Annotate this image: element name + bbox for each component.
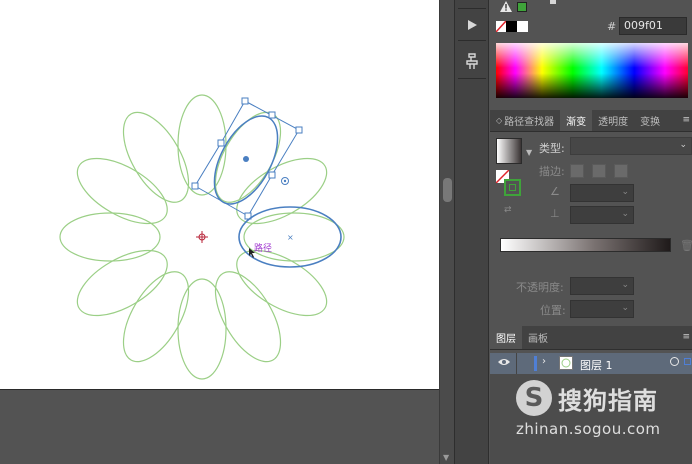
layers-tab-0[interactable]: 图层 [490,326,522,349]
location-label: 位置: [540,304,566,317]
selected-ellipse[interactable] [191,97,303,220]
slider-marker [550,0,556,4]
layer-row[interactable]: › 图层 1 [490,353,692,374]
opacity-input[interactable]: ⌄ [570,277,634,295]
tab-label: 变换 [640,117,661,128]
layer-lock-column[interactable] [516,353,517,374]
scroll-down-arrow-icon[interactable]: ▼ [443,453,449,462]
panel-tab-1[interactable]: 渐变 [560,110,593,131]
delete-stop-icon[interactable]: 🗑 [680,239,692,252]
gradient-preview-dropdown-icon[interactable]: ▼ [526,148,532,157]
gradient-type-label: 类型: [539,142,565,155]
canvas-vertical-scrollbar[interactable]: ▼ [439,0,454,464]
black-swatch[interactable] [506,21,517,32]
petal-ellipse[interactable] [202,261,294,372]
reverse-gradient-icon[interactable]: ⇄ [504,205,512,215]
petal-ellipse[interactable] [110,261,202,372]
aspect-ratio-input[interactable]: ⌄ [570,206,634,224]
play-icon[interactable] [460,14,484,36]
sogou-logo-icon: S [516,380,552,416]
petal-ellipse[interactable] [67,237,178,329]
stroke-label: 描边: [539,165,565,178]
hex-label: # [607,20,617,33]
petal-ellipse[interactable] [67,145,178,237]
hex-input[interactable]: 009f01 [619,17,687,35]
color-panel: # 009f01 [490,0,692,42]
artboard[interactable]: × 路径 [0,0,439,390]
watermark-url: zhinan.sogou.com [516,420,661,438]
angle-input[interactable]: ⌄ [570,184,634,202]
layer-thumbnail [559,356,573,370]
stroke-across-icon[interactable] [614,164,628,178]
fill-swatch[interactable] [517,2,527,12]
tab-label: 路径查找器 [504,117,555,128]
tool-column [454,0,489,464]
white-swatch[interactable] [517,21,528,32]
layer-selection-icon[interactable] [684,358,691,365]
chevron-right-icon[interactable]: › [542,356,546,367]
warning-icon[interactable] [500,1,512,15]
hovered-ellipse[interactable]: × [238,206,342,268]
gradient-type-select[interactable]: ⌄ [570,137,692,155]
puppet-warp-icon[interactable] [460,50,484,72]
none-swatch[interactable] [496,21,506,32]
tool-separator [458,8,486,9]
layers-tab-1[interactable]: 画板 [522,326,554,349]
layer-target-icon[interactable] [670,357,679,366]
updown-icon: ◇ [496,116,503,125]
panel-tab-3[interactable]: 变换 [634,110,666,131]
petal-ellipse[interactable] [177,278,227,380]
stroke-within-icon[interactable] [570,164,584,178]
layers-tabbar: 图层 画板 ≡ [490,326,692,350]
gradient-slider[interactable] [500,238,671,252]
tab-label: 画板 [528,334,548,345]
flower-artwork[interactable]: × 路径 [0,0,439,390]
rotation-center-icon[interactable] [196,231,208,243]
panel-tab-2[interactable]: 透明度 [592,110,634,131]
stroke-along-icon[interactable] [592,164,606,178]
gradient-preview-swatch[interactable] [496,138,522,164]
panel-menu-icon[interactable]: ≡ [682,115,690,125]
scrollbar-thumb[interactable] [443,178,452,202]
aspect-ratio-icon: ⊥ [550,207,560,220]
tab-label: 图层 [496,334,516,345]
color-spectrum[interactable] [496,43,688,98]
layer-color-chip [534,356,537,371]
tool-separator [458,40,486,41]
opacity-label: 不透明度: [516,281,564,294]
location-input[interactable]: ⌄ [570,300,634,318]
petal-ellipse[interactable] [226,237,337,329]
tab-label: 渐变 [566,117,587,128]
panel-tab-0[interactable]: ◇ 路径查找器 [490,110,560,131]
svg-text:×: × [287,233,294,242]
angle-icon: ∠ [550,185,560,198]
tool-separator [458,78,486,79]
path-hover-label: 路径 [254,242,272,254]
petal-ellipse[interactable] [59,212,161,262]
watermark-brand: 搜狗指南 [558,387,658,415]
canvas-workspace[interactable]: × 路径 [0,0,439,464]
layers-menu-icon[interactable]: ≡ [682,332,690,342]
stroke-color-icon[interactable] [504,179,521,196]
layer-name[interactable]: 图层 1 [580,357,613,373]
petal-ellipse[interactable] [110,102,202,213]
eye-icon[interactable] [498,357,510,370]
tab-label: 透明度 [598,117,629,128]
gradient-tabbar: ◇ 路径查找器 渐变 透明度 变换 ≡ [490,110,692,132]
